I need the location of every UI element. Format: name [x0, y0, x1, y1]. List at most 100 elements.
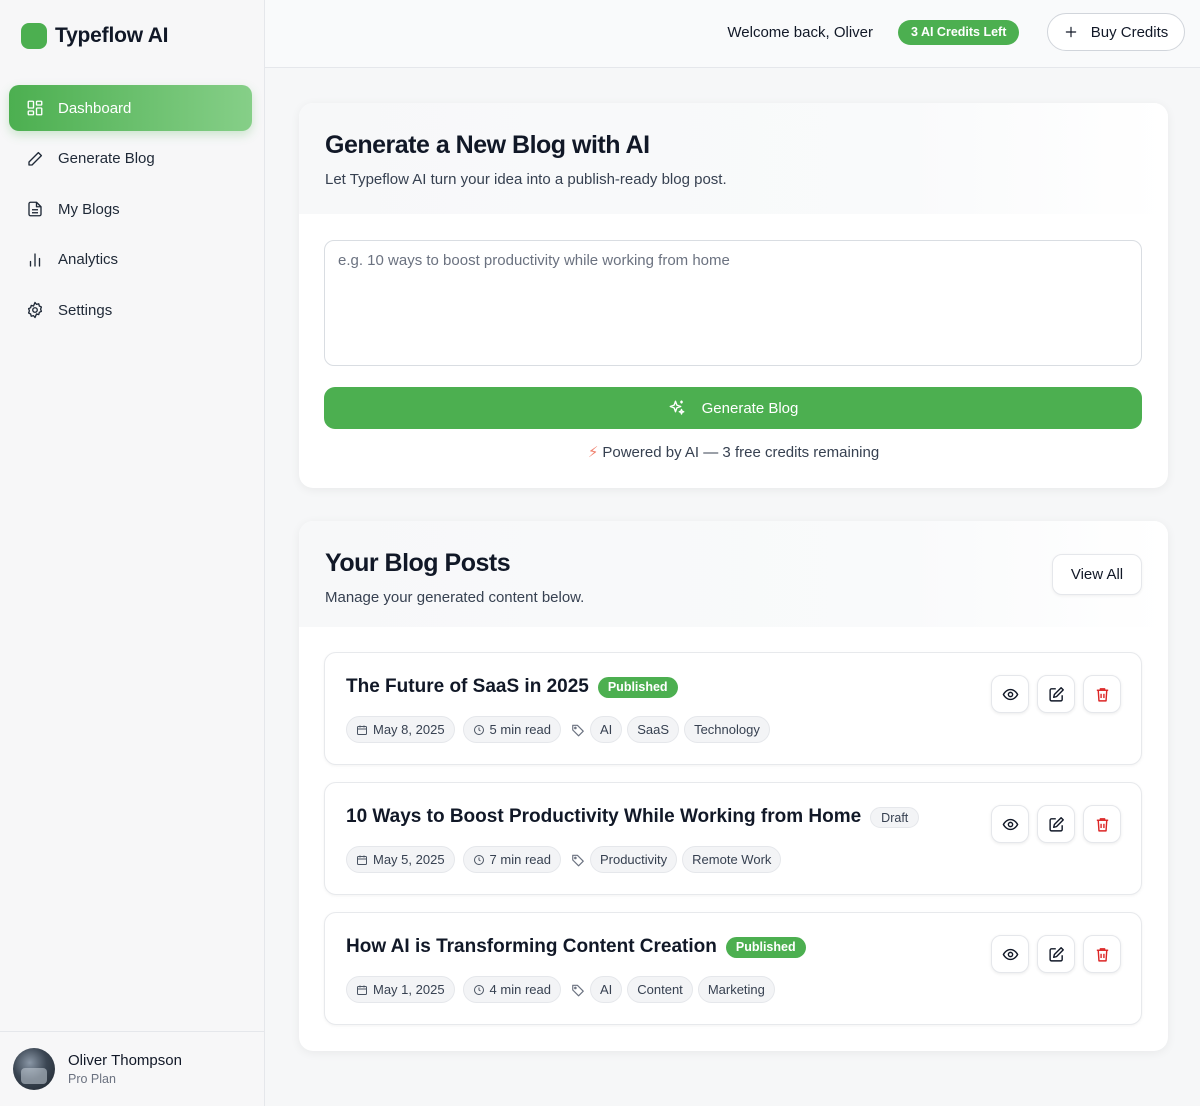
gear-icon [27, 301, 43, 319]
generator-subtitle: Let Typeflow AI turn your idea into a pu… [325, 171, 727, 188]
view-post-button[interactable] [991, 675, 1029, 713]
logo-mark-icon [21, 23, 47, 49]
calendar-icon [357, 985, 367, 995]
delete-post-button[interactable] [1083, 675, 1121, 713]
clock-icon [473, 854, 484, 865]
blog-post-row[interactable]: How AI is Transforming Content Creation … [324, 912, 1142, 1025]
plus-icon [1065, 26, 1076, 38]
clock-icon [473, 984, 484, 995]
generate-blog-label: Generate Blog [701, 399, 799, 417]
generate-blog-card: Generate a New Blog with AI Let Typeflow… [299, 103, 1168, 488]
trash-icon [1096, 947, 1108, 962]
view-post-button[interactable] [991, 935, 1029, 973]
posts-subtitle: Manage your generated content below. [325, 589, 585, 606]
generate-blog-button[interactable]: Generate Blog [324, 387, 1142, 429]
sidebar-item-label: My Blogs [58, 200, 120, 218]
edit-icon [1048, 946, 1064, 962]
status-badge: Published [597, 676, 678, 698]
sidebar-item-label: Settings [58, 301, 113, 319]
user-profile[interactable]: Oliver Thompson Pro Plan [0, 1031, 264, 1106]
sparkles-icon [669, 400, 685, 415]
user-name: Oliver Thompson [68, 1052, 182, 1069]
tag-chip[interactable]: SaaS [627, 716, 680, 743]
generator-title: Generate a New Blog with AI [325, 131, 650, 159]
tag-chip[interactable]: AI [589, 976, 623, 1003]
sidebar-nav: Dashboard Generate Blog My Blogs Analyti… [9, 85, 252, 338]
sidebar: Typeflow AI Dashboard Generate Blog My B… [0, 0, 265, 1106]
delete-post-button[interactable] [1083, 935, 1121, 973]
calendar-icon [357, 855, 367, 865]
sidebar-item-label: Dashboard [58, 99, 132, 117]
post-read-time: 4 min read [462, 976, 561, 1003]
credits-badge: 3 AI Credits Left [898, 20, 1020, 45]
sidebar-item-analytics[interactable]: Analytics [9, 237, 252, 283]
powered-text: Powered by AI — 3 free credits remaining [602, 444, 880, 461]
tag-chip[interactable]: AI [589, 716, 623, 743]
trash-icon [1096, 817, 1108, 832]
clock-icon [473, 724, 484, 735]
lightning-icon: ⚡ [587, 444, 599, 461]
brand-logo[interactable]: Typeflow AI [21, 23, 169, 49]
post-read-time: 7 min read [462, 846, 561, 873]
post-date-text: May 5, 2025 [373, 852, 445, 867]
post-date-text: May 8, 2025 [373, 722, 445, 737]
post-date: May 1, 2025 [346, 976, 455, 1003]
status-badge: Published [725, 936, 806, 958]
sidebar-item-label: Analytics [58, 251, 119, 268]
welcome-text: Welcome back, Oliver [727, 24, 873, 41]
post-date-text: May 1, 2025 [373, 982, 445, 997]
buy-credits-label: Buy Credits [1090, 23, 1169, 41]
document-icon [28, 201, 42, 217]
post-date: May 8, 2025 [346, 716, 455, 743]
blog-post-row[interactable]: The Future of SaaS in 2025 Published May… [324, 652, 1142, 765]
buy-credits-button[interactable]: Buy Credits [1047, 13, 1185, 51]
tag-chip[interactable]: Technology [684, 716, 770, 743]
edit-post-button[interactable] [1037, 675, 1075, 713]
post-title[interactable]: 10 Ways to Boost Productivity While Work… [346, 806, 861, 828]
post-read-time: 5 min read [462, 716, 561, 743]
avatar [13, 1048, 55, 1090]
pencil-icon [28, 151, 43, 166]
blog-posts-card: Your Blog Posts Manage your generated co… [299, 521, 1168, 1051]
status-badge: Draft [870, 806, 920, 828]
blog-post-row[interactable]: 10 Ways to Boost Productivity While Work… [324, 782, 1142, 895]
powered-note: ⚡ Powered by AI — 3 free credits remainin… [299, 443, 1168, 461]
tag-icon [572, 984, 584, 996]
sidebar-item-dashboard[interactable]: Dashboard [9, 85, 252, 131]
view-all-button[interactable]: View All [1052, 554, 1142, 595]
post-title[interactable]: The Future of SaaS in 2025 [346, 676, 589, 698]
eye-icon [1002, 948, 1018, 960]
top-header: Welcome back, Oliver 3 AI Credits Left B… [265, 0, 1200, 68]
sidebar-item-settings[interactable]: Settings [9, 287, 252, 333]
bar-chart-icon [29, 252, 41, 267]
edit-icon [1048, 816, 1064, 832]
edit-icon [1048, 686, 1064, 702]
sidebar-item-generate-blog[interactable]: Generate Blog [9, 136, 252, 182]
tag-chip[interactable]: Remote Work [682, 846, 782, 873]
post-read-time-text: 7 min read [489, 852, 551, 867]
view-post-button[interactable] [991, 805, 1029, 843]
dashboard-icon [27, 100, 43, 116]
eye-icon [1002, 818, 1018, 830]
sidebar-item-label: Generate Blog [58, 150, 155, 167]
sidebar-item-my-blogs[interactable]: My Blogs [9, 186, 252, 232]
eye-icon [1002, 688, 1018, 700]
blog-idea-input[interactable] [324, 240, 1142, 366]
tag-icon [572, 854, 584, 866]
tag-chip[interactable]: Content [627, 976, 693, 1003]
tag-chip[interactable]: Marketing [697, 976, 775, 1003]
tag-chip[interactable]: Productivity [589, 846, 678, 873]
delete-post-button[interactable] [1083, 805, 1121, 843]
user-plan: Pro Plan [68, 1072, 116, 1086]
post-date: May 5, 2025 [346, 846, 455, 873]
trash-icon [1096, 687, 1108, 702]
post-title[interactable]: How AI is Transforming Content Creation [346, 936, 717, 958]
post-read-time-text: 5 min read [489, 722, 551, 737]
calendar-icon [357, 725, 367, 735]
edit-post-button[interactable] [1037, 935, 1075, 973]
edit-post-button[interactable] [1037, 805, 1075, 843]
post-read-time-text: 4 min read [489, 982, 551, 997]
posts-title: Your Blog Posts [325, 549, 511, 577]
tag-icon [572, 724, 584, 736]
brand-name: Typeflow AI [55, 24, 169, 47]
